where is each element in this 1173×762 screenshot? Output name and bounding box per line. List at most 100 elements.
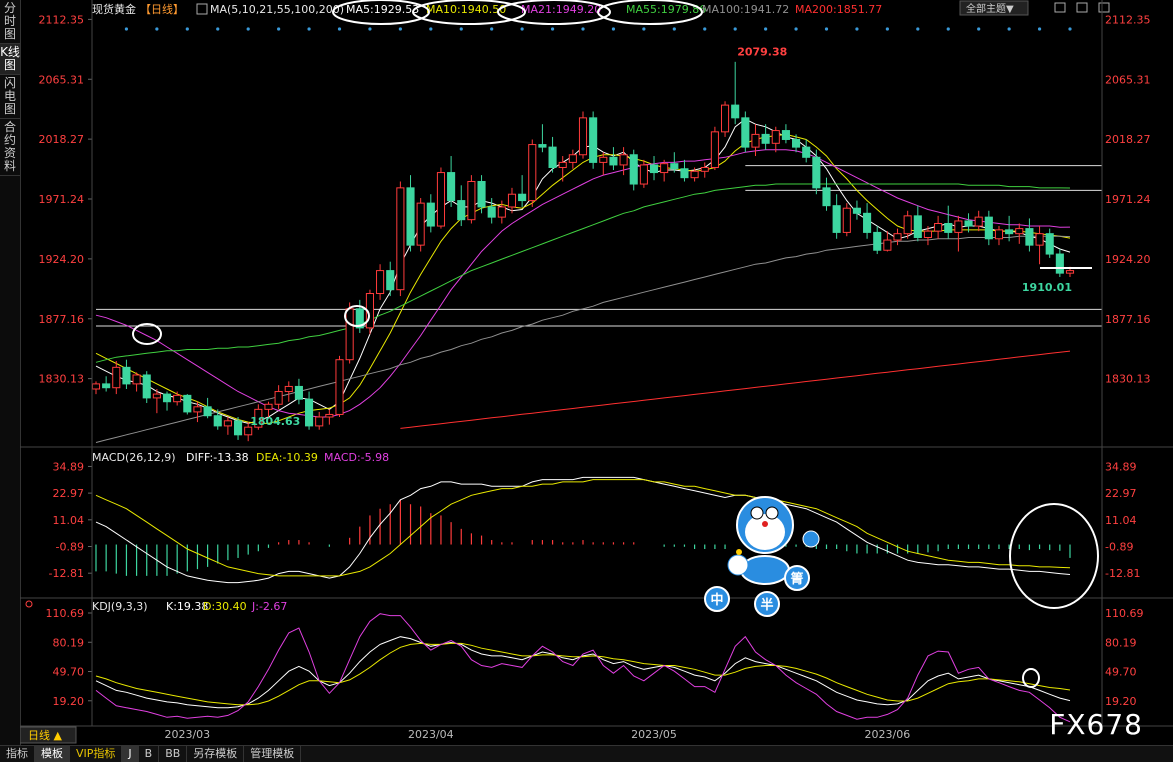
header-ma-value-4: MA100:1941.72	[702, 3, 789, 16]
event-dot-45	[550, 27, 555, 31]
mascot-eye-left	[750, 506, 764, 520]
highlight-ellipse-6	[1009, 503, 1099, 609]
event-dot-69	[794, 27, 798, 31]
candle-body-49	[589, 117, 598, 163]
chart-area[interactable]: 2112.35 2112.35 2065.31 2065.31 2018.27 2018.…	[19, 0, 1173, 745]
macd-value: MACD:-5.98	[324, 451, 389, 464]
theme-button-label: 全部主题▼	[966, 2, 1014, 15]
bottom-toolbar: 指标 模板 VIP指标 J B BB 另存模板 管理模板	[0, 745, 1173, 762]
kdj-ytick-right-1: 80.19	[1105, 636, 1137, 649]
bottom-tab-7[interactable]: 管理模板	[244, 746, 302, 762]
event-dot-21	[307, 27, 311, 31]
mascot-body	[740, 555, 790, 585]
event-dot-30	[398, 27, 402, 31]
candle-body-96	[1065, 270, 1075, 274]
price-annotation-1: 1804.63	[250, 415, 300, 428]
candle-body-55	[649, 164, 659, 174]
candle-body-37	[467, 180, 476, 221]
kdj-ytick-right-2: 49.70	[1105, 666, 1137, 679]
price-annotation-0: 2079.38	[737, 45, 787, 58]
chart-svg[interactable]: 2112.35 2112.35 2065.31 2065.31 2018.27 2018.…	[19, 0, 1173, 745]
bottom-tab-4[interactable]: B	[139, 746, 160, 762]
candle-body-93	[1035, 233, 1044, 246]
candle-body-81	[913, 215, 922, 239]
event-dot-24	[337, 27, 342, 31]
candle-body-51	[609, 156, 618, 166]
bottom-tab-3[interactable]: J	[122, 746, 139, 762]
event-dot-81	[916, 27, 920, 31]
x-tick-0: 2023/03	[164, 728, 210, 741]
price-annotation-2: 1910.01	[1022, 281, 1072, 294]
event-dot-72	[824, 27, 829, 31]
candle-body-53	[629, 154, 638, 185]
candle-body-95	[1055, 253, 1064, 274]
mascot-badge	[802, 530, 820, 548]
event-dot-63	[733, 27, 737, 31]
candle-body-24	[335, 359, 344, 415]
header-ma-value-0: MA5:1929.53	[346, 3, 419, 16]
sidebar-tab-2[interactable]: 闪电图	[0, 75, 20, 119]
kdj-j: J:-2.67	[251, 600, 287, 613]
candle-body-68	[781, 130, 790, 140]
candle-body-79	[893, 233, 902, 241]
macd-ytick-right-4: -12.81	[1105, 567, 1140, 580]
ma-line-ma200	[400, 350, 1071, 429]
kdj-ytick-left-0: 110.69	[46, 607, 85, 620]
header-ma-value-2: MA21:1949.20	[521, 3, 601, 16]
bottom-tab-2[interactable]: VIP指标	[70, 746, 123, 762]
close-icon	[1098, 2, 1110, 13]
bottom-tab-1[interactable]: 模板	[35, 746, 70, 762]
header-settings-icon	[196, 3, 208, 15]
event-dot-51	[611, 27, 616, 31]
header-period: 【日线】	[140, 2, 184, 16]
candle-body-7	[162, 393, 172, 403]
candle-body-2	[112, 366, 121, 389]
candle-body-71	[812, 156, 821, 189]
mascot-foot	[727, 554, 749, 576]
candle-body-1	[102, 383, 111, 389]
event-dot-39	[490, 27, 494, 31]
event-dot-12	[216, 27, 220, 31]
candle-body-39	[487, 206, 496, 218]
price-ytick-left-4: 1924.20	[39, 253, 85, 266]
event-dot-54	[642, 27, 646, 31]
candle-body-33	[426, 202, 435, 227]
candle-body-40	[497, 206, 506, 218]
candle-body-22	[315, 416, 324, 427]
bottom-tab-0[interactable]: 指标	[0, 746, 35, 762]
sidebar-tab-0[interactable]: 分时图	[0, 0, 20, 44]
event-dot-66	[764, 27, 768, 31]
candle-body-34	[436, 172, 446, 227]
candle-body-80	[903, 215, 912, 235]
bottom-tab-6[interactable]: 另存模板	[187, 746, 245, 762]
sidebar-tab-3[interactable]: 合约资料	[0, 119, 20, 176]
candle-body-12	[213, 415, 222, 427]
candle-body-77	[873, 231, 882, 251]
candle-body-59	[690, 170, 699, 179]
candle-body-15	[244, 426, 253, 436]
candle-body-86	[964, 220, 973, 227]
macd-line-dea	[95, 479, 1071, 577]
event-dot-6	[155, 27, 159, 31]
event-dot-27	[368, 27, 372, 31]
candle-body-3	[122, 366, 131, 385]
candle-body-19	[284, 385, 293, 393]
mascot-nose	[762, 521, 768, 527]
candle-body-64	[741, 117, 750, 148]
price-ytick-left-6: 1830.13	[39, 373, 85, 386]
candle-body-0	[91, 383, 101, 390]
candle-body-4	[132, 374, 141, 385]
candle-body-70	[802, 146, 811, 158]
candle-body-35	[447, 172, 456, 202]
price-ytick-right-1: 2065.31	[1105, 73, 1151, 86]
bottom-tab-5[interactable]: BB	[159, 746, 188, 762]
period-button-label: 日线 ▲	[28, 728, 62, 742]
kdj-ytick-right-3: 19.20	[1105, 695, 1137, 708]
price-ytick-left-2: 2018.27	[39, 133, 85, 146]
candle-body-46	[558, 161, 567, 168]
candle-body-87	[974, 216, 983, 227]
sidebar-tab-1[interactable]: K线图	[0, 44, 20, 75]
event-dot-87	[977, 27, 981, 31]
candle-body-67	[771, 130, 780, 144]
candle-body-14	[233, 420, 243, 436]
